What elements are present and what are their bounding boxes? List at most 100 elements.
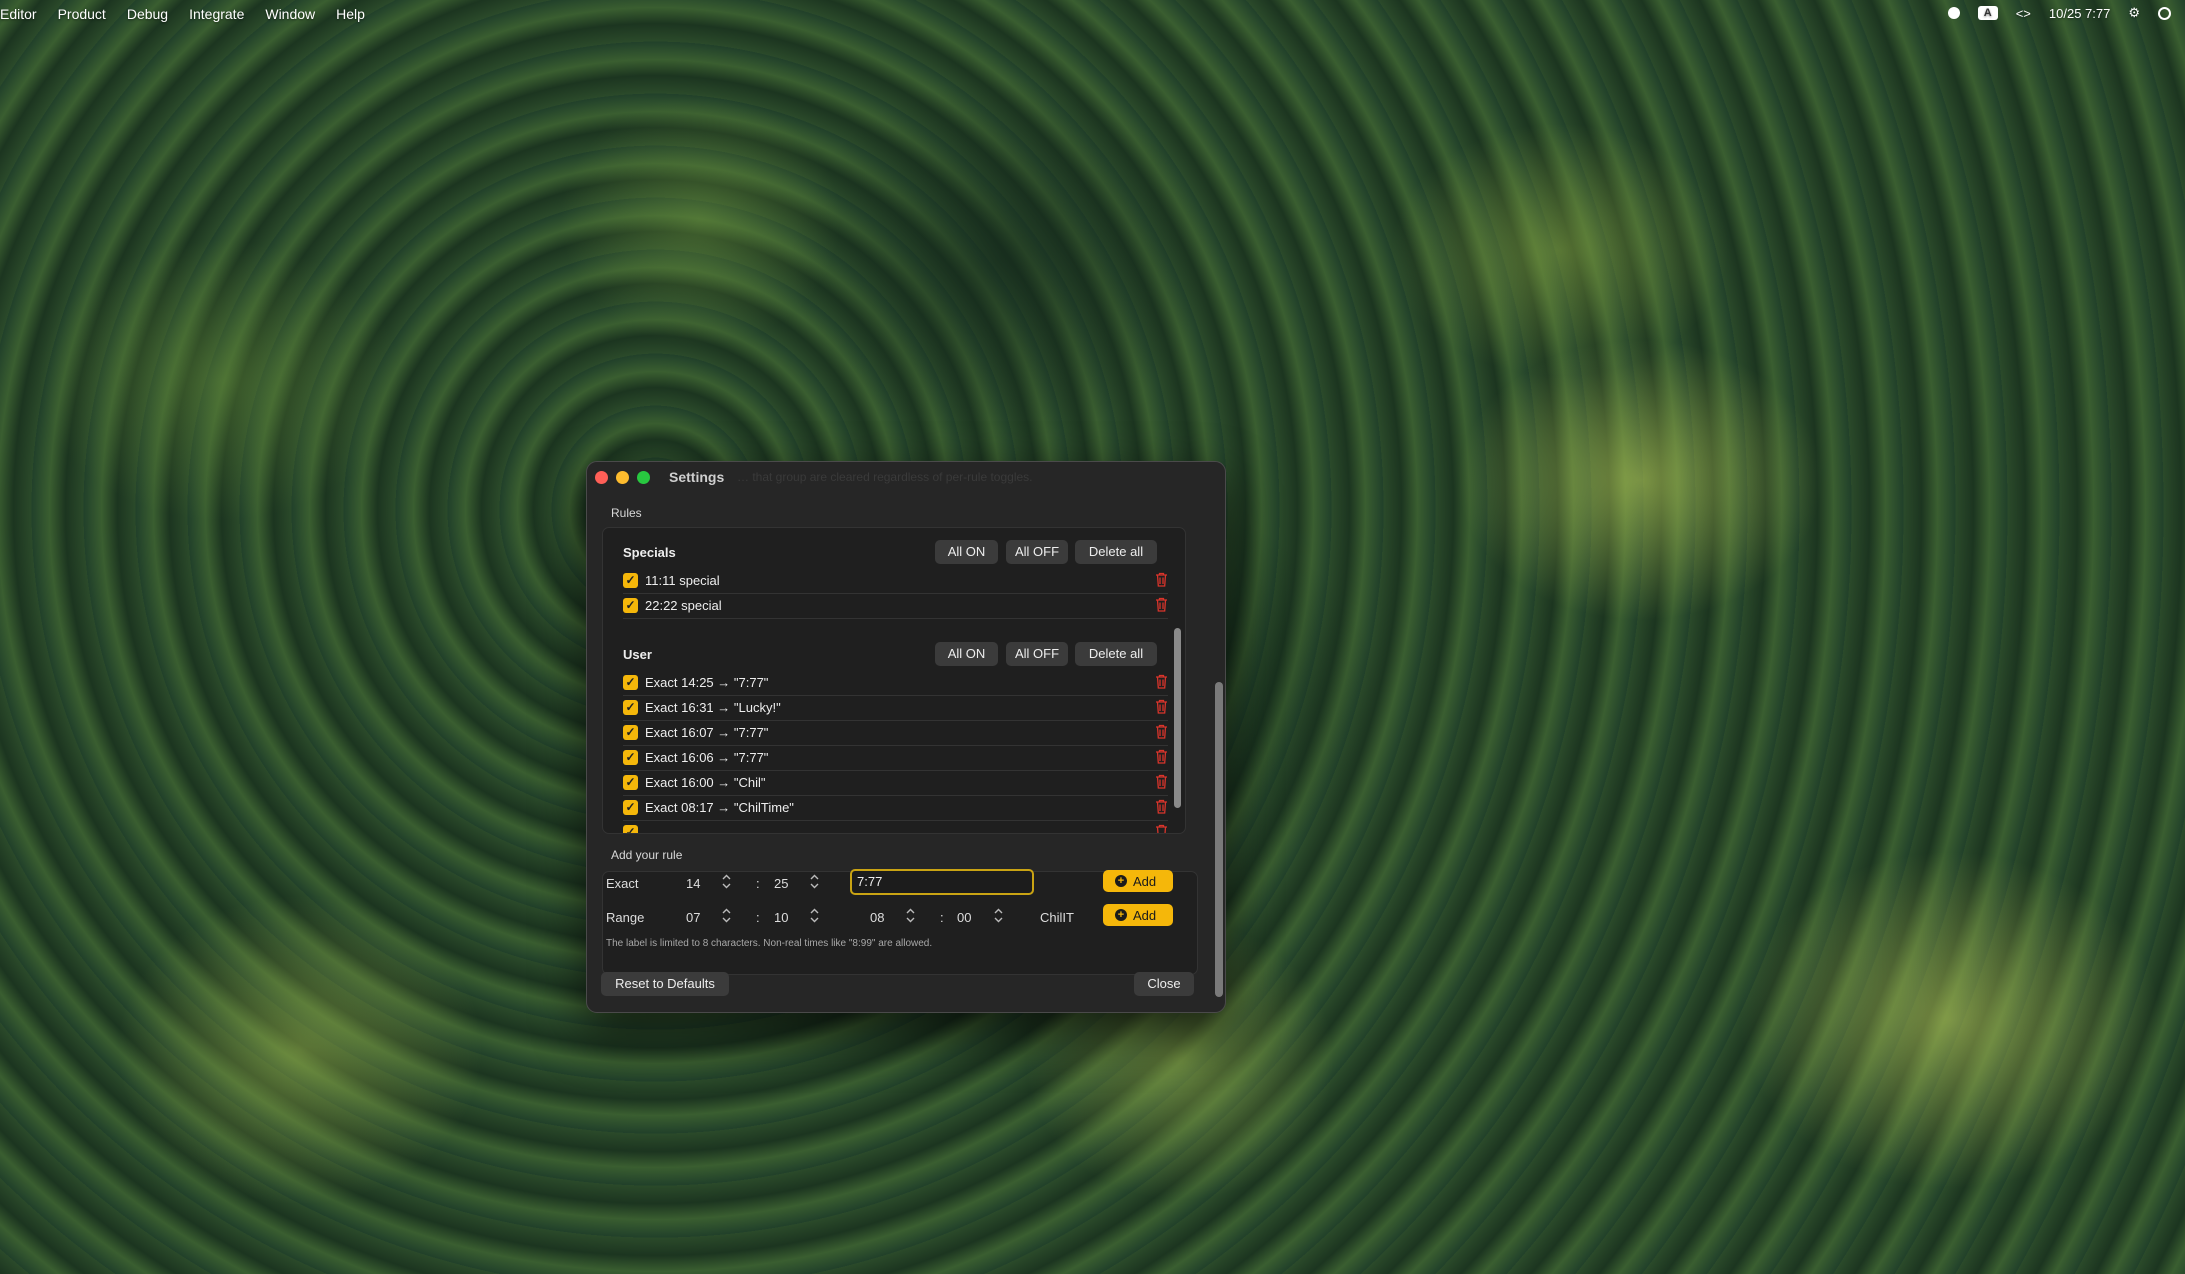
list-item: ✓ Exact 16:31 → "Lucky!" <box>623 695 1168 721</box>
range-to-minute-stepper-icon[interactable] <box>993 907 1004 924</box>
range-from-minute-stepper-icon[interactable] <box>809 907 820 924</box>
list-item: ✓ Exact 16:06 → "7:77" <box>623 745 1168 771</box>
time-colon: : <box>940 910 944 925</box>
menu-bar: Editor Product Debug Integrate Window He… <box>0 0 2185 30</box>
range-to-hour-stepper-icon[interactable] <box>905 907 916 924</box>
minimize-window-icon[interactable] <box>616 471 629 484</box>
trash-icon[interactable] <box>1155 674 1168 689</box>
rule-label: Exact 16:00 → "Chil" <box>645 775 766 790</box>
exact-minute-stepper-icon[interactable] <box>809 873 820 890</box>
rule-label: 22:22 special <box>645 598 722 613</box>
rules-section-label: Rules <box>611 506 642 520</box>
rule-checkbox[interactable]: ✓ <box>623 598 638 613</box>
rule-checkbox[interactable]: ✓ <box>623 750 638 765</box>
menu-product[interactable]: Product <box>58 6 106 22</box>
time-colon: : <box>756 876 760 891</box>
code-brackets-icon[interactable]: <> <box>2016 6 2031 21</box>
exact-hour-stepper-icon[interactable] <box>721 873 732 890</box>
control-center-icon[interactable]: ⚙ <box>2128 5 2140 21</box>
list-item-partial: ✓ <box>623 820 1168 834</box>
list-item: ✓ Exact 16:00 → "Chil" <box>623 770 1168 796</box>
rule-label: Exact 16:06 → "7:77" <box>645 750 769 765</box>
range-from-minute-field[interactable]: 10 <box>774 910 788 925</box>
range-from-hour-stepper-icon[interactable] <box>721 907 732 924</box>
trash-icon[interactable] <box>1155 774 1168 789</box>
add-exact-button-label: Add <box>1133 874 1157 889</box>
list-item: ✓ Exact 08:17 → "ChilTime" <box>623 795 1168 821</box>
trash-icon[interactable] <box>1155 824 1168 834</box>
group-title: Specials <box>623 545 676 560</box>
rule-label: Exact 08:17 → "ChilTime" <box>645 800 794 815</box>
add-exact-button[interactable]: + Add <box>1103 870 1173 892</box>
group-header-specials: Specials All ON All OFF Delete all <box>623 540 1165 565</box>
rule-checkbox[interactable]: ✓ <box>623 573 638 588</box>
range-label-input[interactable]: ChilIT <box>1040 910 1074 925</box>
zoom-window-icon[interactable] <box>637 471 650 484</box>
range-label: Range <box>606 910 645 925</box>
record-icon[interactable] <box>1947 7 1960 19</box>
menu-editor[interactable]: Editor <box>0 6 37 22</box>
trash-icon[interactable] <box>1155 699 1168 714</box>
delete-all-button[interactable]: Delete all <box>1075 540 1157 564</box>
menu-debug[interactable]: Debug <box>127 6 168 22</box>
trash-icon[interactable] <box>1155 799 1168 814</box>
rule-label: Exact 16:07 → "7:77" <box>645 725 769 740</box>
window-scroll-thumb[interactable] <box>1215 682 1223 997</box>
list-item: ✓ Exact 16:07 → "7:77" <box>623 720 1168 746</box>
rule-checkbox[interactable]: ✓ <box>623 675 638 690</box>
rules-list[interactable]: Specials All ON All OFF Delete all ✓ 11:… <box>602 527 1186 834</box>
trash-icon[interactable] <box>1155 572 1168 587</box>
exact-label-value: 7:77 <box>857 874 883 889</box>
settings-window: … that group are cleared regardless of p… <box>586 461 1226 1013</box>
group-header-user: User All ON All OFF Delete all <box>623 642 1165 667</box>
close-button[interactable]: Close <box>1134 972 1194 996</box>
add-range-button[interactable]: + Add <box>1103 904 1173 926</box>
menu-help[interactable]: Help <box>336 6 365 22</box>
rules-scroll-thumb[interactable] <box>1174 628 1181 808</box>
faded-header-text: … that group are cleared regardless of p… <box>737 470 1033 484</box>
trash-icon[interactable] <box>1155 749 1168 764</box>
title-bar: … that group are cleared regardless of p… <box>587 462 1225 492</box>
rule-checkbox[interactable]: ✓ <box>623 700 638 715</box>
window-title: Settings <box>669 469 725 485</box>
time-colon: : <box>756 910 760 925</box>
exact-minute-field[interactable]: 25 <box>774 876 788 891</box>
exact-hour-field[interactable]: 14 <box>686 876 700 891</box>
range-from-hour-field[interactable]: 07 <box>686 910 700 925</box>
reset-defaults-button[interactable]: Reset to Defaults <box>601 972 729 996</box>
rule-label: Exact 16:31 → "Lucky!" <box>645 700 781 715</box>
exact-label: Exact <box>606 876 639 891</box>
trash-icon[interactable] <box>1155 597 1168 612</box>
list-item: ✓ 22:22 special <box>623 593 1168 619</box>
all-on-button[interactable]: All ON <box>935 540 998 564</box>
group-title: User <box>623 647 652 662</box>
list-item: ✓ Exact 14:25 → "7:77" <box>623 670 1168 696</box>
menu-integrate[interactable]: Integrate <box>189 6 244 22</box>
label-hint-text: The label is limited to 8 characters. No… <box>606 938 933 949</box>
rule-checkbox[interactable]: ✓ <box>623 725 638 740</box>
all-off-button[interactable]: All OFF <box>1006 540 1068 564</box>
exact-label-input[interactable]: 7:77 <box>850 869 1034 895</box>
plus-circle-icon: + <box>1115 875 1127 887</box>
menu-window[interactable]: Window <box>265 6 315 22</box>
rule-checkbox[interactable]: ✓ <box>623 775 638 790</box>
siri-icon[interactable] <box>2158 6 2171 20</box>
rule-label: Exact 14:25 → "7:77" <box>645 675 769 690</box>
input-source-icon[interactable]: A <box>1977 6 1998 20</box>
close-window-icon[interactable] <box>595 471 608 484</box>
rule-checkbox[interactable]: ✓ <box>623 800 638 815</box>
trash-icon[interactable] <box>1155 724 1168 739</box>
rule-checkbox[interactable]: ✓ <box>623 825 638 833</box>
range-to-minute-field[interactable]: 00 <box>957 910 971 925</box>
rule-label: 11:11 special <box>645 573 720 588</box>
all-on-button[interactable]: All ON <box>935 642 998 666</box>
delete-all-button[interactable]: Delete all <box>1075 642 1157 666</box>
menubar-clock[interactable]: 10/25 7:77 <box>2049 6 2110 21</box>
rules-scrollbar[interactable] <box>1172 528 1182 833</box>
add-rule-label: Add your rule <box>611 848 683 862</box>
list-item: ✓ 11:11 special <box>623 568 1168 594</box>
range-to-hour-field[interactable]: 08 <box>870 910 884 925</box>
all-off-button[interactable]: All OFF <box>1006 642 1068 666</box>
add-range-button-label: Add <box>1133 908 1157 923</box>
plus-circle-icon: + <box>1115 909 1127 921</box>
